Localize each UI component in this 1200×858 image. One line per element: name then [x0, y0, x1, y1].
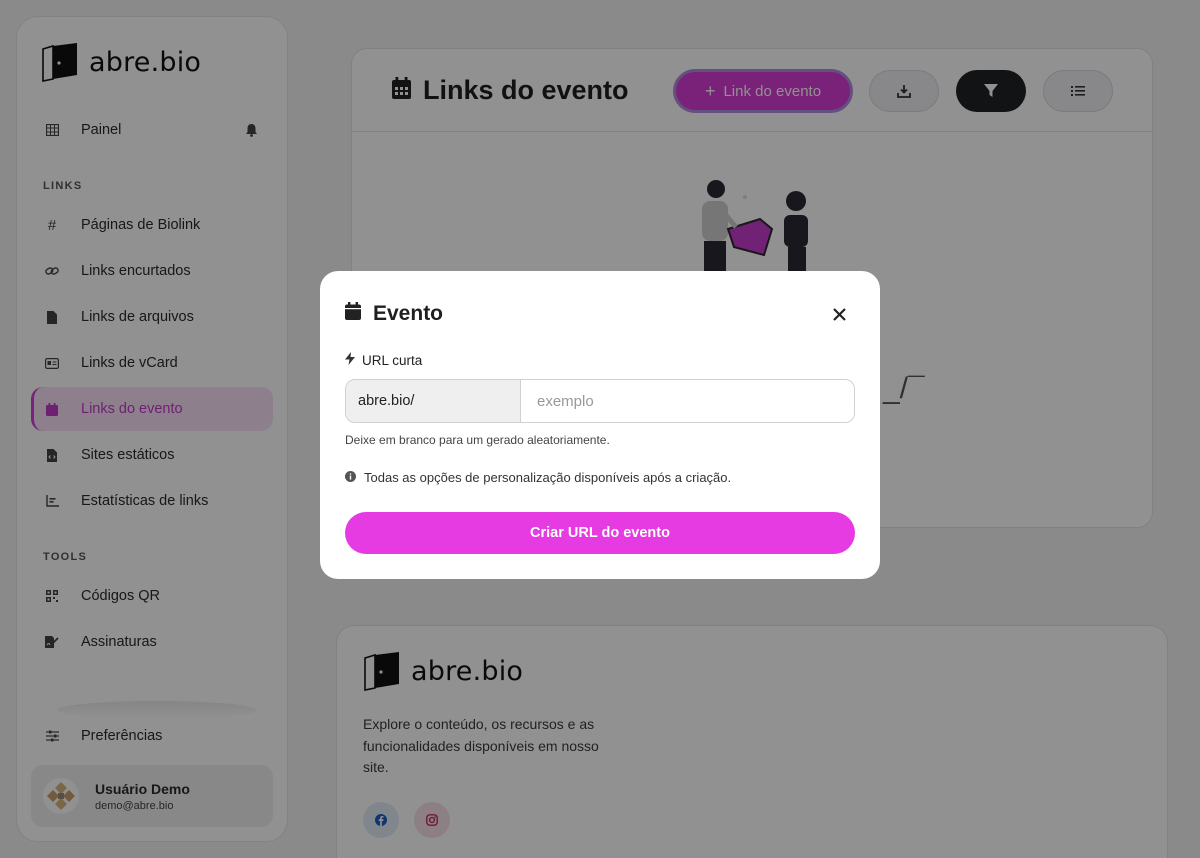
short-url-help: Deixe em branco para um gerado aleatoria… — [345, 433, 610, 447]
short-url-label: URL curta — [345, 352, 422, 368]
modal-title-text: Evento — [373, 302, 444, 325]
short-url-input-group: abre.bio/ — [345, 379, 855, 423]
close-icon — [832, 307, 846, 321]
short-url-label-text: URL curta — [362, 352, 423, 368]
customization-info-text: Todas as opções de personalização dispon… — [364, 470, 732, 485]
close-button[interactable] — [830, 305, 848, 323]
customization-info: Todas as opções de personalização dispon… — [345, 470, 731, 485]
short-url-input[interactable] — [521, 380, 854, 422]
url-prefix: abre.bio/ — [346, 380, 521, 422]
modal-title: Evento — [345, 302, 443, 326]
create-event-modal: Evento URL curta abre.bio/ Deixe em bran… — [320, 271, 880, 579]
calendar-icon — [345, 302, 361, 326]
create-event-url-button[interactable]: Criar URL do evento — [345, 512, 855, 554]
info-icon — [345, 470, 356, 485]
bolt-icon — [345, 352, 355, 368]
